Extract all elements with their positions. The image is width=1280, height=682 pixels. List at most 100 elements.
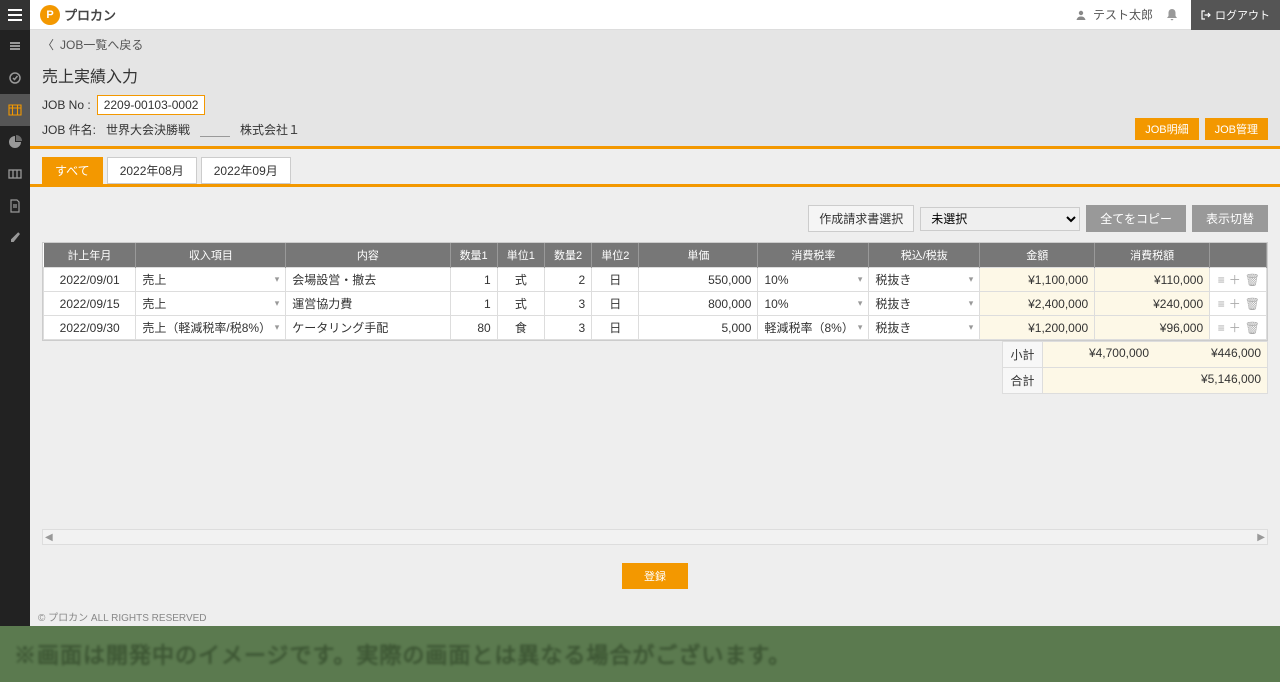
jobname-underline: [200, 122, 230, 137]
cell-date[interactable]: 2022/09/15: [44, 292, 136, 316]
chevron-down-icon: ▾: [969, 322, 974, 333]
cell-q2[interactable]: 2: [544, 268, 591, 292]
chevron-down-icon: ▾: [858, 274, 863, 285]
cell-q1[interactable]: 1: [450, 268, 497, 292]
copy-all-button[interactable]: 全てをコピー: [1086, 205, 1186, 232]
row-delete-icon[interactable]: 🗑: [1245, 273, 1260, 287]
cell-u1[interactable]: 式: [497, 292, 544, 316]
company-name: 株式会社１: [240, 121, 300, 138]
dev-banner: ※画面は開発中のイメージです。実際の画面とは異なる場合がございます。: [0, 626, 1280, 682]
cell-item[interactable]: 売上▾: [136, 292, 286, 316]
cell-q1[interactable]: 80: [450, 316, 497, 340]
subtotal-amount: ¥4,700,000: [1043, 342, 1155, 367]
row-menu-icon[interactable]: ≡: [1218, 297, 1225, 311]
sidebar-item-4[interactable]: [0, 126, 30, 158]
col-header-0: 計上年月: [44, 243, 136, 268]
col-header-4: 単位1: [497, 243, 544, 268]
sidebar-item-2[interactable]: [0, 62, 30, 94]
chevron-down-icon: ▾: [275, 322, 280, 333]
logo-text: プロカン: [64, 5, 116, 24]
cell-taxtype[interactable]: 税抜き▾: [869, 268, 980, 292]
col-header-6: 単位2: [592, 243, 639, 268]
row-delete-icon[interactable]: 🗑: [1245, 321, 1260, 335]
job-manage-button[interactable]: JOB管理: [1205, 118, 1268, 140]
col-header-12: [1210, 243, 1267, 268]
tab-1[interactable]: 2022年08月: [107, 157, 197, 184]
col-header-7: 単価: [639, 243, 758, 268]
tab-2[interactable]: 2022年09月: [201, 157, 291, 184]
logo-mark-icon: P: [40, 5, 60, 25]
cell-u1[interactable]: 食: [497, 316, 544, 340]
horizontal-scrollbar[interactable]: ◀ ▶: [42, 529, 1268, 545]
cell-unitprice[interactable]: 800,000: [639, 292, 758, 316]
logout-icon: [1201, 10, 1211, 20]
col-header-2: 内容: [286, 243, 450, 268]
total-value: ¥5,146,000: [1043, 368, 1267, 393]
row-add-icon[interactable]: ＋: [1229, 295, 1241, 312]
user-display[interactable]: テスト太郎: [1075, 6, 1153, 23]
cell-desc[interactable]: ケータリング手配: [286, 316, 450, 340]
cell-item[interactable]: 売上▾: [136, 268, 286, 292]
table-row: 2022/09/01売上▾会場設営・撤去1式2日550,00010%▾税抜き▾¥…: [44, 268, 1267, 292]
scroll-right-icon[interactable]: ▶: [1257, 532, 1265, 543]
jobname-label: JOB 件名:: [42, 121, 96, 138]
cell-u2[interactable]: 日: [592, 316, 639, 340]
sidebar-item-1[interactable]: [0, 30, 30, 62]
cell-item[interactable]: 売上（軽減税率/税8%）▾: [136, 316, 286, 340]
cell-q2[interactable]: 3: [544, 292, 591, 316]
toggle-view-button[interactable]: 表示切替: [1192, 205, 1268, 232]
cell-unitprice[interactable]: 550,000: [639, 268, 758, 292]
cell-taxrate[interactable]: 10%▾: [758, 292, 869, 316]
cell-taxtype[interactable]: 税抜き▾: [869, 292, 980, 316]
cell-q1[interactable]: 1: [450, 292, 497, 316]
col-header-11: 消費税額: [1095, 243, 1210, 268]
cell-taxtype[interactable]: 税抜き▾: [869, 316, 980, 340]
cell-taxamount: ¥96,000: [1095, 316, 1210, 340]
jobname-value: 世界大会決勝戦: [106, 121, 190, 138]
cell-amount: ¥1,100,000: [980, 268, 1095, 292]
dev-banner-text: ※画面は開発中のイメージです。実際の画面とは異なる場合がございます。: [14, 638, 791, 670]
row-menu-icon[interactable]: ≡: [1218, 321, 1225, 335]
sidebar-item-7[interactable]: [0, 222, 30, 254]
row-add-icon[interactable]: ＋: [1229, 319, 1241, 336]
tab-0[interactable]: すべて: [42, 157, 103, 184]
breadcrumb-back[interactable]: JOB一覧へ戻る: [60, 36, 143, 53]
chevron-left-icon: 〈: [42, 36, 54, 53]
cell-u2[interactable]: 日: [592, 292, 639, 316]
chevron-down-icon: ▾: [969, 274, 974, 285]
logo: P プロカン: [40, 5, 116, 25]
cell-actions: ≡ ＋ 🗑: [1210, 268, 1267, 292]
hamburger-menu[interactable]: [0, 0, 30, 30]
cell-taxamount: ¥240,000: [1095, 292, 1210, 316]
cell-taxrate[interactable]: 軽減税率（8%）▾: [758, 316, 869, 340]
sidebar-item-6[interactable]: [0, 190, 30, 222]
copyright: © プロカン ALL RIGHTS RESERVED: [30, 607, 1280, 626]
cell-u2[interactable]: 日: [592, 268, 639, 292]
cell-desc[interactable]: 運営協力費: [286, 292, 450, 316]
register-button[interactable]: 登録: [622, 563, 688, 589]
cell-q2[interactable]: 3: [544, 316, 591, 340]
invoice-select[interactable]: 未選択: [920, 207, 1080, 231]
cell-taxamount: ¥110,000: [1095, 268, 1210, 292]
table-row: 2022/09/15売上▾運営協力費1式3日800,00010%▾税抜き▾¥2,…: [44, 292, 1267, 316]
scroll-left-icon[interactable]: ◀: [45, 532, 53, 543]
col-header-1: 収入項目: [136, 243, 286, 268]
cell-unitprice[interactable]: 5,000: [639, 316, 758, 340]
logout-button[interactable]: ログアウト: [1191, 0, 1280, 30]
cell-taxrate[interactable]: 10%▾: [758, 268, 869, 292]
notifications-button[interactable]: [1165, 8, 1179, 22]
table-row: 2022/09/30売上（軽減税率/税8%）▾ケータリング手配80食3日5,00…: [44, 316, 1267, 340]
row-delete-icon[interactable]: 🗑: [1245, 297, 1260, 311]
cell-date[interactable]: 2022/09/01: [44, 268, 136, 292]
cell-u1[interactable]: 式: [497, 268, 544, 292]
cell-amount: ¥2,400,000: [980, 292, 1095, 316]
sidebar-item-5[interactable]: [0, 158, 30, 190]
cell-date[interactable]: 2022/09/30: [44, 316, 136, 340]
row-menu-icon[interactable]: ≡: [1218, 273, 1225, 287]
row-add-icon[interactable]: ＋: [1229, 271, 1241, 288]
sidebar-item-3-active[interactable]: [0, 94, 30, 126]
cell-amount: ¥1,200,000: [980, 316, 1095, 340]
total-label: 合計: [1003, 368, 1043, 393]
cell-desc[interactable]: 会場設営・撤去: [286, 268, 450, 292]
job-detail-button[interactable]: JOB明細: [1135, 118, 1198, 140]
